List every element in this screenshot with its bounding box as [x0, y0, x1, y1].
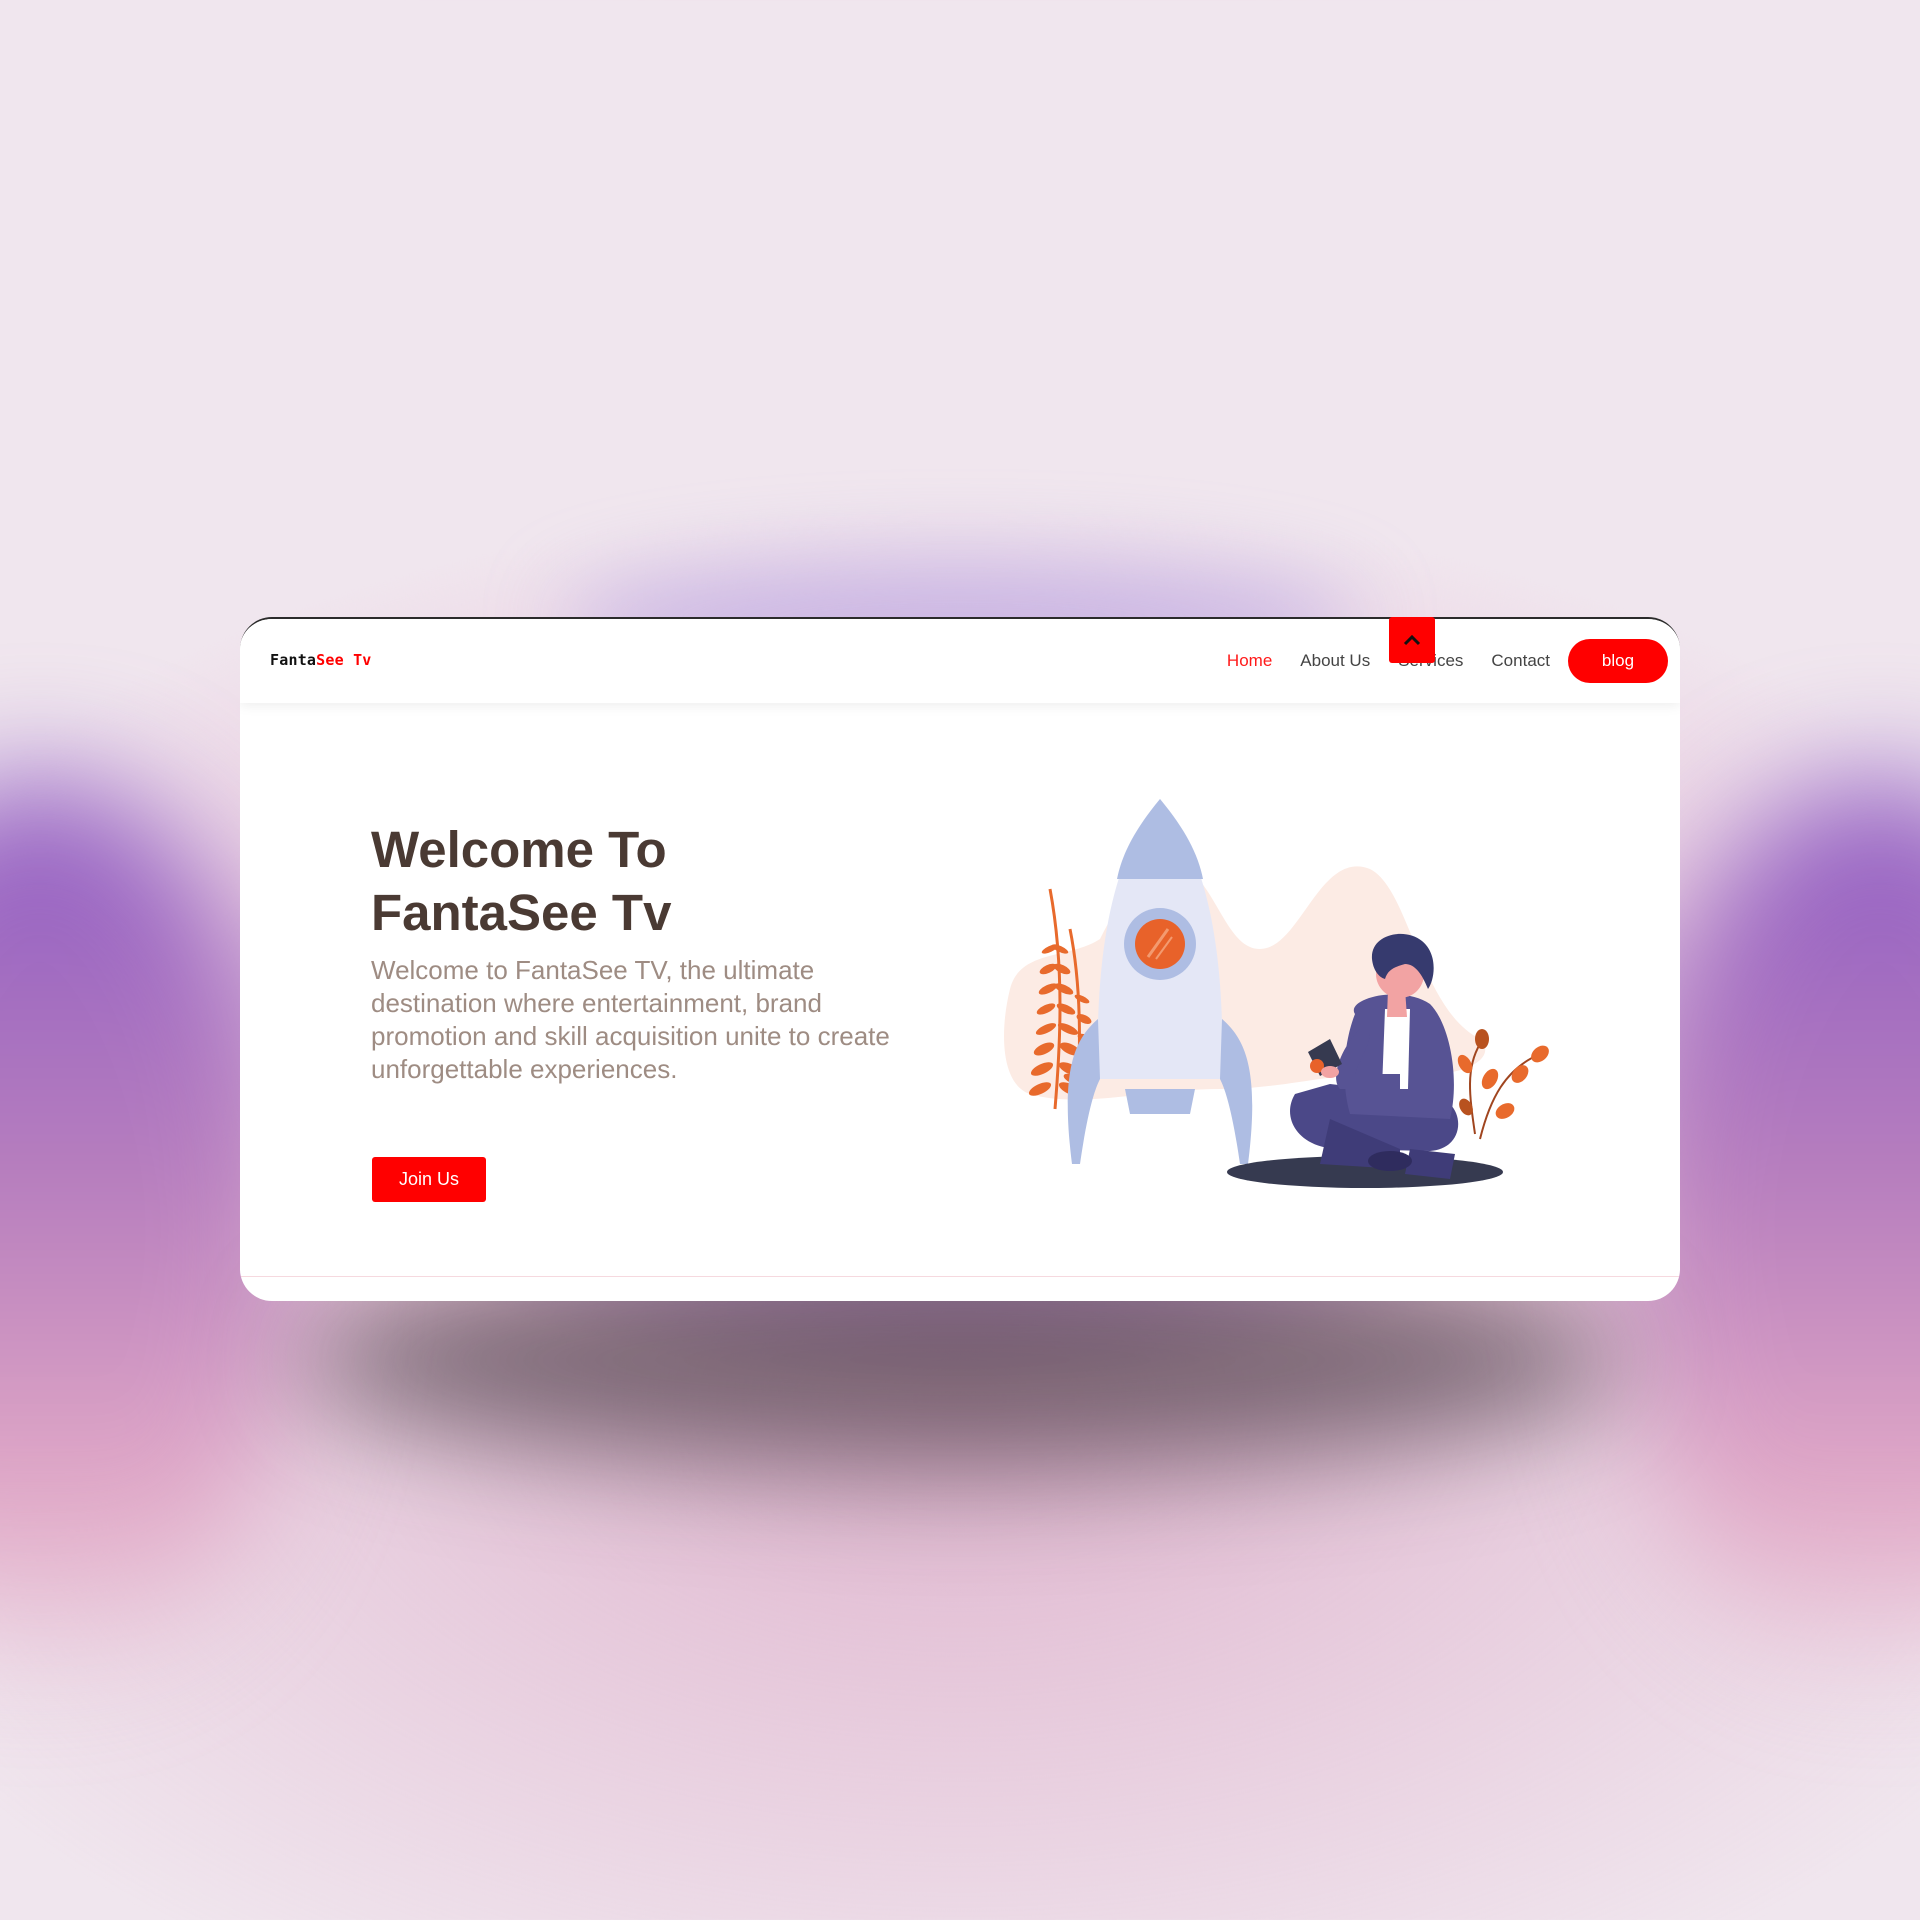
- browser-window: FantaSee Tv Home About Us Services Conta…: [240, 617, 1680, 1301]
- logo-text-primary: Fanta: [270, 651, 317, 669]
- hero-description: Welcome to FantaSee TV, the ultimate des…: [371, 955, 890, 1084]
- hero-title-line1: Welcome To: [371, 821, 667, 878]
- section-divider: [240, 1276, 1680, 1277]
- scroll-to-top-button[interactable]: [1389, 617, 1435, 663]
- logo-text-accent: See Tv: [316, 651, 372, 669]
- join-us-button[interactable]: Join Us: [372, 1157, 486, 1202]
- person-with-rocket-illustration: [1004, 799, 1549, 1188]
- chevron-up-icon: [1403, 634, 1421, 646]
- nav-link-about[interactable]: About Us: [1300, 651, 1370, 671]
- nav-link-contact[interactable]: Contact: [1491, 651, 1550, 671]
- hero-title: Welcome To FantaSee Tv: [371, 818, 931, 944]
- nav-menu: Home About Us Services Contact blog: [1213, 639, 1668, 683]
- site-logo[interactable]: FantaSee Tv: [270, 651, 372, 669]
- nav-link-home[interactable]: Home: [1227, 651, 1272, 671]
- navbar: FantaSee Tv Home About Us Services Conta…: [240, 619, 1680, 703]
- hero-title-line2: FantaSee Tv: [371, 884, 672, 941]
- blog-button[interactable]: blog: [1568, 639, 1668, 683]
